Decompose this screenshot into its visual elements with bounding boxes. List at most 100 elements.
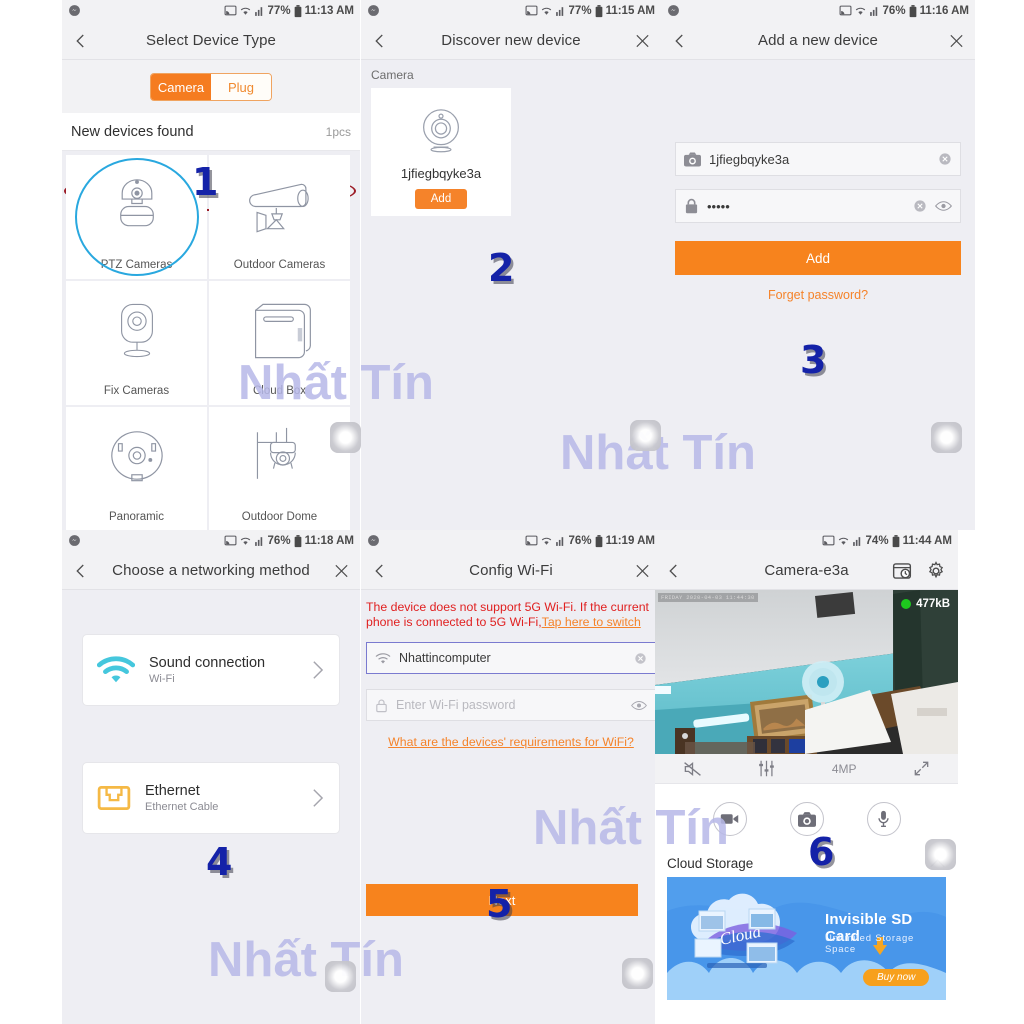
camera-toolbar: 4MP <box>655 754 958 784</box>
wifi-icon <box>240 7 250 15</box>
segment-plug[interactable]: Plug <box>211 74 271 100</box>
cast-icon <box>224 535 236 546</box>
back-arrow-icon[interactable] <box>371 562 389 580</box>
webcam-icon <box>423 109 459 153</box>
home-indicator-blob <box>925 839 956 870</box>
cast-icon <box>822 535 834 546</box>
clear-icon[interactable] <box>913 199 927 213</box>
ssid-field[interactable]: Nhattincomputer <box>366 642 656 674</box>
app-bar: Select Device Type <box>62 22 360 60</box>
discovered-device-card[interactable]: 1jfiegbqyke3a Add <box>371 88 511 216</box>
back-arrow-icon[interactable] <box>72 562 90 580</box>
microphone-button[interactable] <box>866 802 901 836</box>
clock: 11:13 AM <box>304 5 354 17</box>
bitrate-value: 477kB <box>916 598 950 610</box>
snapshot-button[interactable] <box>789 802 824 836</box>
banner-subtitle: Unlimited Storage Space <box>825 933 915 955</box>
new-devices-found-row[interactable]: New devices found 1pcs <box>62 113 360 151</box>
camera-icon <box>684 152 701 166</box>
quality-label[interactable]: 4MP <box>832 762 857 776</box>
video-timestamp: FRIDAY 2020-04-03 11:44:30 <box>658 593 758 602</box>
home-indicator-blob <box>630 420 661 451</box>
status-icons <box>224 5 265 17</box>
cast-icon <box>525 5 537 16</box>
panel-discover-new-device: 77% 11:15 AM Discover new device Camera … <box>361 0 661 530</box>
status-bar: 76% 11:19 AM <box>361 530 661 552</box>
device-cell-panoramic[interactable]: Panoramic <box>66 407 207 530</box>
sliders-icon[interactable] <box>758 760 775 777</box>
cloud-storage-title: Cloud Storage <box>667 856 754 871</box>
video-frame <box>655 590 958 754</box>
tap-here-to-switch-link[interactable]: Tap here to switch <box>542 615 641 629</box>
signal-icon <box>254 537 262 546</box>
close-icon[interactable] <box>333 562 350 579</box>
segment-camera[interactable]: Camera <box>151 74 211 100</box>
gear-icon[interactable] <box>926 561 946 581</box>
panel4-body: Sound connection Wi-Fi Ethernet Ethernet… <box>62 590 360 1024</box>
messenger-icon <box>69 535 80 546</box>
wifi-icon <box>838 537 848 545</box>
camera-video-stream[interactable]: FRIDAY 2020-04-03 11:44:30 477kB <box>655 590 958 754</box>
mute-icon[interactable] <box>683 761 702 777</box>
status-bar: 76% 11:16 AM <box>661 0 975 22</box>
method-title: Ethernet <box>145 783 200 799</box>
back-arrow-icon[interactable] <box>665 562 683 580</box>
close-icon[interactable] <box>634 562 651 579</box>
status-icons <box>224 535 265 547</box>
lock-icon <box>685 198 698 214</box>
clear-icon[interactable] <box>634 652 647 665</box>
device-label: Panoramic <box>109 511 164 523</box>
chevron-right-icon <box>313 789 324 807</box>
device-cell-cloud-box[interactable]: Cloud Box <box>209 281 350 405</box>
device-cell-outdoor-dome[interactable]: Outdoor Dome <box>209 407 350 530</box>
status-icons <box>822 535 863 547</box>
ethernet-port-icon <box>97 785 131 811</box>
status-icons <box>839 5 880 17</box>
device-cell-fix-cameras[interactable]: Fix Cameras <box>66 281 207 405</box>
video-record-button[interactable] <box>712 802 747 836</box>
status-bar: 77% 11:13 AM <box>62 0 360 22</box>
signal-icon <box>852 537 860 546</box>
battery-percent: 76% <box>882 5 906 17</box>
device-id-field[interactable]: 1jfiegbqyke3a <box>675 142 961 176</box>
clear-icon[interactable] <box>938 152 952 166</box>
cloud-storage-banner[interactable]: Cloud Invisible SD Card Unlimited Storag… <box>667 877 946 1000</box>
clock: 11:18 AM <box>304 535 354 547</box>
page-title: Choose a networking method <box>112 562 310 579</box>
battery-icon <box>909 4 916 17</box>
back-arrow-icon[interactable] <box>72 32 90 50</box>
wifi-password-field[interactable]: Enter Wi-Fi password <box>366 689 656 721</box>
battery-percent: 76% <box>568 535 592 547</box>
panel2-body: Camera 1jfiegbqyke3a Add <box>361 60 661 530</box>
device-cell-ptz-cameras[interactable]: PTZ Cameras <box>66 155 207 279</box>
panel5-body: The device does not support 5G Wi-Fi. If… <box>361 590 661 1024</box>
clock: 11:15 AM <box>605 5 655 17</box>
clock: 11:16 AM <box>919 5 969 17</box>
device-cell-outdoor-cameras[interactable]: Outdoor Cameras <box>209 155 350 279</box>
method-subtitle: Ethernet Cable <box>145 801 219 813</box>
wifi-requirements-link[interactable]: What are the devices' requirements for W… <box>361 735 661 749</box>
battery-percent: 76% <box>267 535 291 547</box>
home-indicator-blob <box>931 422 962 453</box>
back-arrow-icon[interactable] <box>671 32 689 50</box>
close-icon[interactable] <box>948 32 965 49</box>
eye-icon[interactable] <box>631 700 647 711</box>
forget-password-link[interactable]: Forget password? <box>661 288 975 302</box>
fullscreen-icon[interactable] <box>913 760 930 777</box>
eye-icon[interactable] <box>935 200 952 212</box>
new-devices-count: 1pcs <box>325 124 351 139</box>
buy-now-button[interactable]: Buy now <box>863 969 930 986</box>
device-name: 1jfiegbqyke3a <box>400 166 482 181</box>
method-sound-connection[interactable]: Sound connection Wi-Fi <box>82 634 340 706</box>
password-field[interactable]: ••••• <box>675 189 961 223</box>
messenger-icon <box>368 5 379 16</box>
add-button[interactable]: Add <box>675 241 961 275</box>
method-ethernet[interactable]: Ethernet Ethernet Cable <box>82 762 340 834</box>
back-arrow-icon[interactable] <box>371 32 389 50</box>
playback-clock-icon[interactable] <box>892 561 912 581</box>
add-device-button[interactable]: Add <box>414 189 468 209</box>
next-button[interactable]: Next <box>366 884 638 916</box>
close-icon[interactable] <box>634 32 651 49</box>
section-label-camera: Camera <box>371 68 414 82</box>
status-icons <box>525 5 566 17</box>
